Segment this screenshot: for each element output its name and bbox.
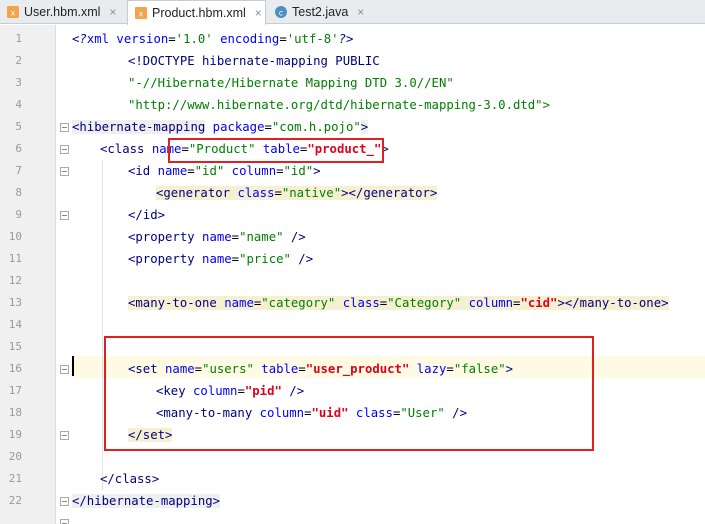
svg-text:x: x — [139, 10, 144, 19]
line-number: 8 — [15, 186, 22, 199]
tab-test2-java[interactable]: c Test2.java × — [268, 0, 368, 24]
fold-marker-icon[interactable] — [60, 519, 69, 524]
tab-product-hbm-xml[interactable]: x Product.hbm.xml × — [127, 0, 266, 25]
svg-text:x: x — [11, 9, 16, 18]
code-line-13: <many-to-one name="category" class="Cate… — [128, 296, 669, 310]
editor-tab-bar: x User.hbm.xml × x Product.hbm.xml × c T… — [0, 0, 705, 25]
code-area[interactable]: <?xml version='1.0' encoding='utf-8'?> <… — [72, 25, 705, 524]
close-tab-icon[interactable]: × — [109, 5, 116, 19]
tab-user-hbm-xml[interactable]: x User.hbm.xml × — [0, 0, 126, 24]
code-line-4: "http://www.hibernate.org/dtd/hibernate-… — [128, 98, 550, 112]
code-line-11: <property name="price" /> — [128, 252, 314, 266]
line-number: 20 — [8, 450, 22, 463]
line-number: 1 — [15, 32, 22, 45]
line-number: 13 — [8, 296, 22, 309]
line-number: 22 — [8, 494, 22, 507]
code-line-19: </set> — [128, 428, 173, 442]
line-number-gutter: 1 2 3 4 5 6 7 8 9 10 11 12 13 14 15 16 1… — [0, 25, 56, 524]
fold-marker-icon[interactable] — [60, 497, 69, 506]
tab-label: Product.hbm.xml — [152, 6, 246, 20]
line-number: 2 — [15, 54, 22, 67]
line-number: 7 — [15, 164, 22, 177]
fold-marker-icon[interactable] — [60, 167, 69, 176]
code-line-17: <key column="pid" /> — [156, 384, 305, 398]
code-line-10: <property name="name" /> — [128, 230, 306, 244]
code-line-16: <set name="users" table="user_product" l… — [128, 362, 514, 376]
code-line-8: <generator class="native"></generator> — [156, 186, 438, 200]
close-tab-icon[interactable]: × — [357, 5, 364, 19]
svg-text:c: c — [279, 9, 283, 18]
line-number: 14 — [8, 318, 22, 331]
java-class-icon: c — [275, 6, 287, 18]
line-number: 5 — [15, 120, 22, 133]
line-number: 10 — [8, 230, 22, 243]
code-line-1: <?xml version='1.0' encoding='utf-8'?> — [72, 32, 354, 46]
code-line-6: <class name="Product" table="product_"> — [100, 142, 389, 156]
text-cursor — [72, 356, 74, 376]
line-number: 3 — [15, 76, 22, 89]
line-number: 11 — [8, 252, 22, 265]
fold-marker-icon[interactable] — [60, 211, 69, 220]
code-line-9: </id> — [128, 208, 166, 222]
line-number: 15 — [8, 340, 22, 353]
fold-marker-icon[interactable] — [60, 123, 69, 132]
code-line-22: </hibernate-mapping> — [72, 494, 221, 508]
line-number: 9 — [15, 208, 22, 221]
line-number: 21 — [8, 472, 22, 485]
close-tab-icon[interactable]: × — [255, 6, 262, 20]
code-line-21: </class> — [100, 472, 160, 486]
code-line-3: "-//Hibernate/Hibernate Mapping DTD 3.0/… — [128, 76, 454, 90]
line-number: 6 — [15, 142, 22, 155]
line-number: 16 — [8, 362, 22, 375]
fold-marker-icon[interactable] — [60, 365, 69, 374]
line-number: 19 — [8, 428, 22, 441]
line-number: 17 — [8, 384, 22, 397]
code-line-5: <hibernate-mapping package="com.h.pojo"> — [72, 120, 369, 134]
code-line-7: <id name="id" column="id"> — [128, 164, 321, 178]
line-number: 4 — [15, 98, 22, 111]
code-line-2: <!DOCTYPE hibernate-mapping PUBLIC — [128, 54, 380, 68]
xml-file-icon: x — [7, 6, 19, 18]
code-line-18: <many-to-many column="uid" class="User" … — [156, 406, 467, 420]
indent-guide — [102, 160, 103, 490]
line-number: 18 — [8, 406, 22, 419]
xml-file-icon: x — [135, 7, 147, 19]
tab-label: Test2.java — [292, 5, 349, 19]
code-editor[interactable]: 1 2 3 4 5 6 7 8 9 10 11 12 13 14 15 16 1… — [0, 25, 705, 524]
tab-label: User.hbm.xml — [24, 5, 101, 19]
fold-marker-icon[interactable] — [60, 145, 69, 154]
line-number: 12 — [8, 274, 22, 287]
fold-marker-icon[interactable] — [60, 431, 69, 440]
